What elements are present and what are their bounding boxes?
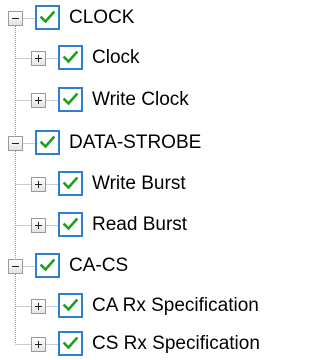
checkmark-icon — [62, 176, 79, 190]
tree-node-label: CS Rx Specification — [92, 333, 260, 354]
checkbox-write-burst[interactable] — [58, 171, 83, 196]
checkmark-icon — [62, 92, 79, 106]
checkbox-ca-rx-specification[interactable] — [58, 293, 83, 318]
tree-node-label: CA-CS — [69, 255, 129, 276]
tree-node-label: DATA-STROBE — [69, 132, 202, 153]
expand-plus-icon[interactable] — [31, 177, 46, 192]
expand-plus-icon[interactable] — [31, 93, 46, 108]
expand-plus-icon[interactable] — [31, 299, 46, 314]
expand-plus-icon[interactable] — [31, 51, 46, 66]
checkbox-write-clock[interactable] — [58, 87, 83, 112]
collapse-minus-icon[interactable] — [8, 259, 23, 274]
tree-node-label: Write Burst — [92, 173, 186, 194]
tree-node-label: Write Clock — [92, 89, 189, 110]
expander-vertical-stroke — [38, 55, 39, 62]
collapse-minus-icon[interactable] — [8, 136, 23, 151]
tree-node-label: Clock — [92, 47, 140, 68]
expander-horizontal-stroke — [12, 266, 19, 267]
checkmark-icon — [39, 258, 56, 272]
checkbox-cs-rx-specification[interactable] — [58, 331, 83, 356]
checkmark-icon — [39, 10, 56, 24]
checkbox-clock[interactable] — [58, 45, 83, 70]
tree-node-label: CA Rx Specification — [92, 295, 259, 316]
expander-horizontal-stroke — [12, 143, 19, 144]
checkmark-icon — [62, 336, 79, 350]
collapse-minus-icon[interactable] — [8, 11, 23, 26]
checkmark-icon — [39, 135, 56, 149]
checkbox-ca-cs[interactable] — [35, 253, 60, 278]
checkbox-data-strobe[interactable] — [35, 130, 60, 155]
tree-node-label: Read Burst — [92, 214, 188, 235]
expander-vertical-stroke — [38, 341, 39, 348]
tree-node-label: CLOCK — [69, 7, 135, 28]
checkbox-read-burst[interactable] — [58, 212, 83, 237]
expand-plus-icon[interactable] — [31, 337, 46, 352]
checkbox-clock[interactable] — [35, 5, 60, 30]
checkmark-icon — [62, 298, 79, 312]
expander-vertical-stroke — [38, 97, 39, 104]
expander-vertical-stroke — [38, 222, 39, 229]
expander-vertical-stroke — [38, 181, 39, 188]
test-tree: CLOCK Clock Write Clock DATA-STROBE Write Bu… — [0, 0, 336, 360]
checkmark-icon — [62, 50, 79, 64]
expander-horizontal-stroke — [12, 18, 19, 19]
expand-plus-icon[interactable] — [31, 218, 46, 233]
expander-vertical-stroke — [38, 303, 39, 310]
checkmark-icon — [62, 217, 79, 231]
